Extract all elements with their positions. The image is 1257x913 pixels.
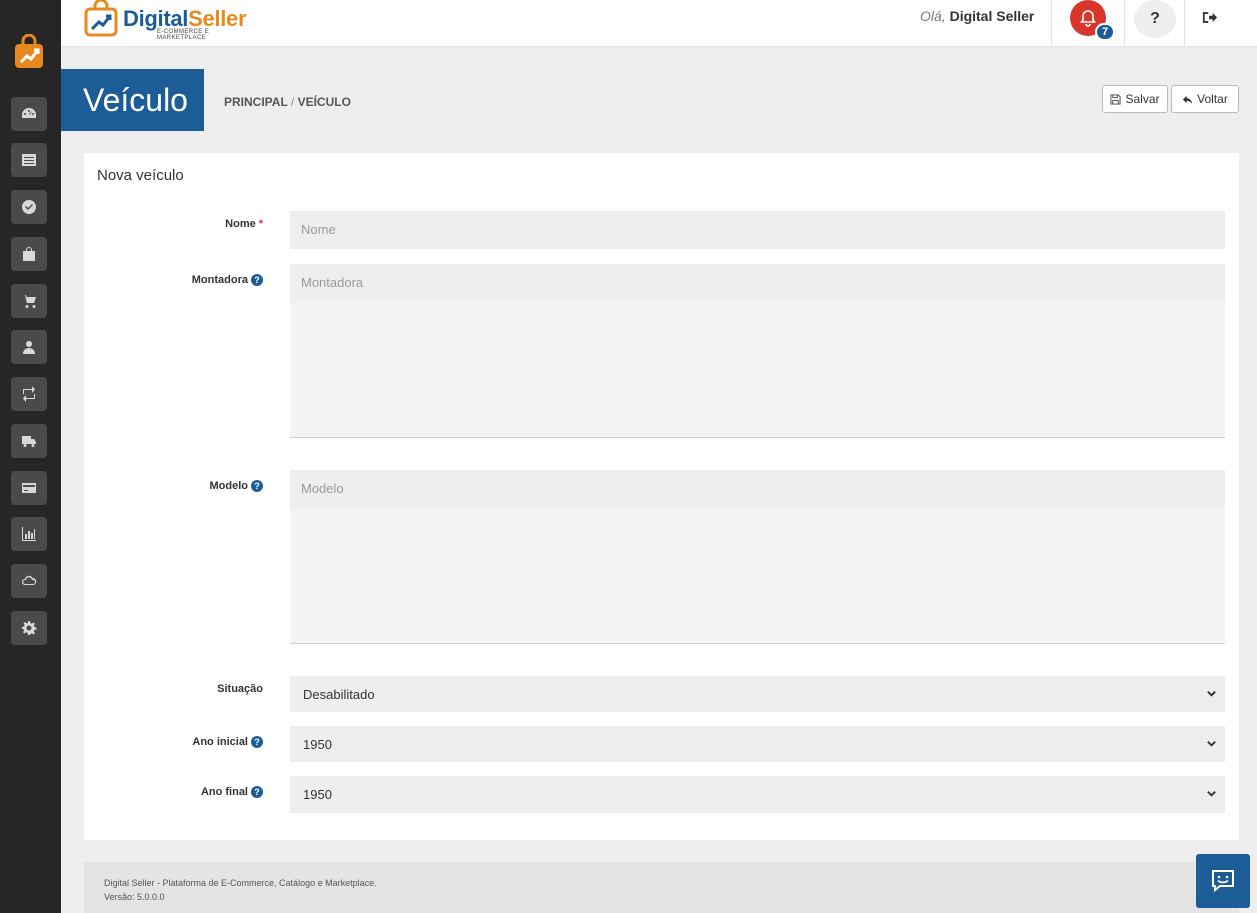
bar-chart-icon xyxy=(22,527,36,541)
montadora-placeholder: Montadora xyxy=(301,275,364,290)
situacao-label: Situação xyxy=(217,683,263,695)
ano-final-select[interactable]: 1950 xyxy=(290,776,1225,813)
modelo-label: Modelo? xyxy=(210,480,263,492)
help-button[interactable]: ? xyxy=(1134,0,1176,38)
chevron-down-icon xyxy=(1207,741,1216,747)
nome-label: Nome * xyxy=(225,218,263,230)
brand-tagline: E-COMMERCE E MARKETPLACE xyxy=(157,29,210,41)
retweet-icon xyxy=(23,386,35,402)
ano-inicial-value: 1950 xyxy=(303,737,332,752)
back-button[interactable]: Voltar xyxy=(1171,85,1239,113)
logo-bag-icon[interactable] xyxy=(12,34,46,70)
footer-version: Versão: 5.0.0.0 xyxy=(104,892,165,902)
help-circle-icon[interactable]: ? xyxy=(251,736,263,748)
montadora-label: Montadora? xyxy=(192,274,263,286)
breadcrumb-current: VEÍCULO xyxy=(297,95,351,109)
nome-input[interactable]: Nome xyxy=(290,211,1225,249)
shopping-bag-icon xyxy=(23,247,35,261)
save-icon xyxy=(1110,93,1122,105)
top-header: DigitalSeller E-COMMERCE E MARKETPLACE O… xyxy=(61,0,1257,47)
situacao-value: Desabilitado xyxy=(303,687,375,702)
chevron-down-icon xyxy=(1207,691,1216,697)
montadora-list[interactable] xyxy=(290,303,1225,438)
ano-inicial-label: Ano inicial? xyxy=(192,736,263,748)
chevron-down-icon xyxy=(1207,791,1216,797)
brand-logo[interactable]: DigitalSeller E-COMMERCE E MARKETPLACE xyxy=(83,0,253,41)
header-divider xyxy=(1124,0,1125,47)
footer: Digital Seller - Plataforma de E-Commerc… xyxy=(84,862,1239,913)
save-button[interactable]: Salvar xyxy=(1102,85,1168,113)
catalog-icon xyxy=(22,154,36,166)
breadcrumb-root[interactable]: PRINCIPAL xyxy=(224,95,288,109)
sidebar-item-approvals[interactable] xyxy=(11,190,47,224)
help-circle-icon[interactable]: ? xyxy=(251,274,263,286)
situacao-select[interactable]: Desabilitado xyxy=(290,676,1225,712)
dashboard-icon xyxy=(22,108,36,118)
gear-icon xyxy=(22,621,37,635)
breadcrumb: PRINCIPAL / VEÍCULO xyxy=(224,95,351,109)
sidebar-item-cloud[interactable] xyxy=(11,564,47,598)
required-mark: * xyxy=(258,218,263,230)
modelo-input[interactable]: Modelo xyxy=(290,470,1225,509)
notification-count-badge: 7 xyxy=(1095,23,1115,41)
cart-icon xyxy=(22,295,36,308)
credit-card-icon xyxy=(22,483,36,493)
sidebar-item-payments[interactable] xyxy=(11,471,47,505)
help-circle-icon[interactable]: ? xyxy=(251,786,263,798)
cloud-icon xyxy=(22,575,37,585)
modelo-list[interactable] xyxy=(290,509,1225,644)
montadora-input[interactable]: Montadora xyxy=(290,264,1225,303)
sidebar-item-reports[interactable] xyxy=(11,517,47,551)
sidebar-item-products[interactable] xyxy=(11,237,47,271)
bell-icon xyxy=(1079,10,1097,27)
vehicle-form: Nova veículo Nome * Nome Montadora? Monta… xyxy=(84,153,1239,840)
sidebar-item-integrations[interactable] xyxy=(11,377,47,411)
sidebar-item-dashboard[interactable] xyxy=(11,97,47,131)
sidebar xyxy=(0,0,61,913)
check-circle-icon xyxy=(22,200,36,214)
sidebar-item-customers[interactable] xyxy=(11,330,47,364)
sidebar-item-catalog[interactable] xyxy=(11,143,47,177)
user-name: Digital Seller xyxy=(949,8,1035,24)
footer-description: Digital Seller - Plataforma de E-Commerc… xyxy=(104,878,377,888)
user-icon xyxy=(23,341,35,354)
ano-final-value: 1950 xyxy=(303,787,332,802)
brand-bag-icon xyxy=(84,0,118,37)
user-greeting: Olá, Digital Seller xyxy=(920,8,1035,24)
ano-final-label: Ano final? xyxy=(201,786,263,798)
sidebar-item-orders[interactable] xyxy=(11,284,47,318)
header-divider xyxy=(1051,0,1052,47)
chat-icon xyxy=(1212,870,1234,893)
logout-button[interactable] xyxy=(1199,8,1221,26)
truck-icon xyxy=(22,436,36,447)
ano-inicial-select[interactable]: 1950 xyxy=(290,726,1225,762)
form-title: Nova veículo xyxy=(97,167,184,184)
header-divider xyxy=(1184,0,1185,47)
page-title: Veículo xyxy=(61,69,204,131)
sidebar-item-shipping[interactable] xyxy=(11,424,47,458)
modelo-placeholder: Modelo xyxy=(301,481,344,496)
chat-button[interactable] xyxy=(1196,854,1250,908)
sidebar-item-settings[interactable] xyxy=(11,611,47,645)
nome-placeholder: Nome xyxy=(301,222,336,237)
help-circle-icon[interactable]: ? xyxy=(251,480,263,492)
sign-out-icon xyxy=(1202,11,1218,23)
reply-icon xyxy=(1183,95,1193,104)
